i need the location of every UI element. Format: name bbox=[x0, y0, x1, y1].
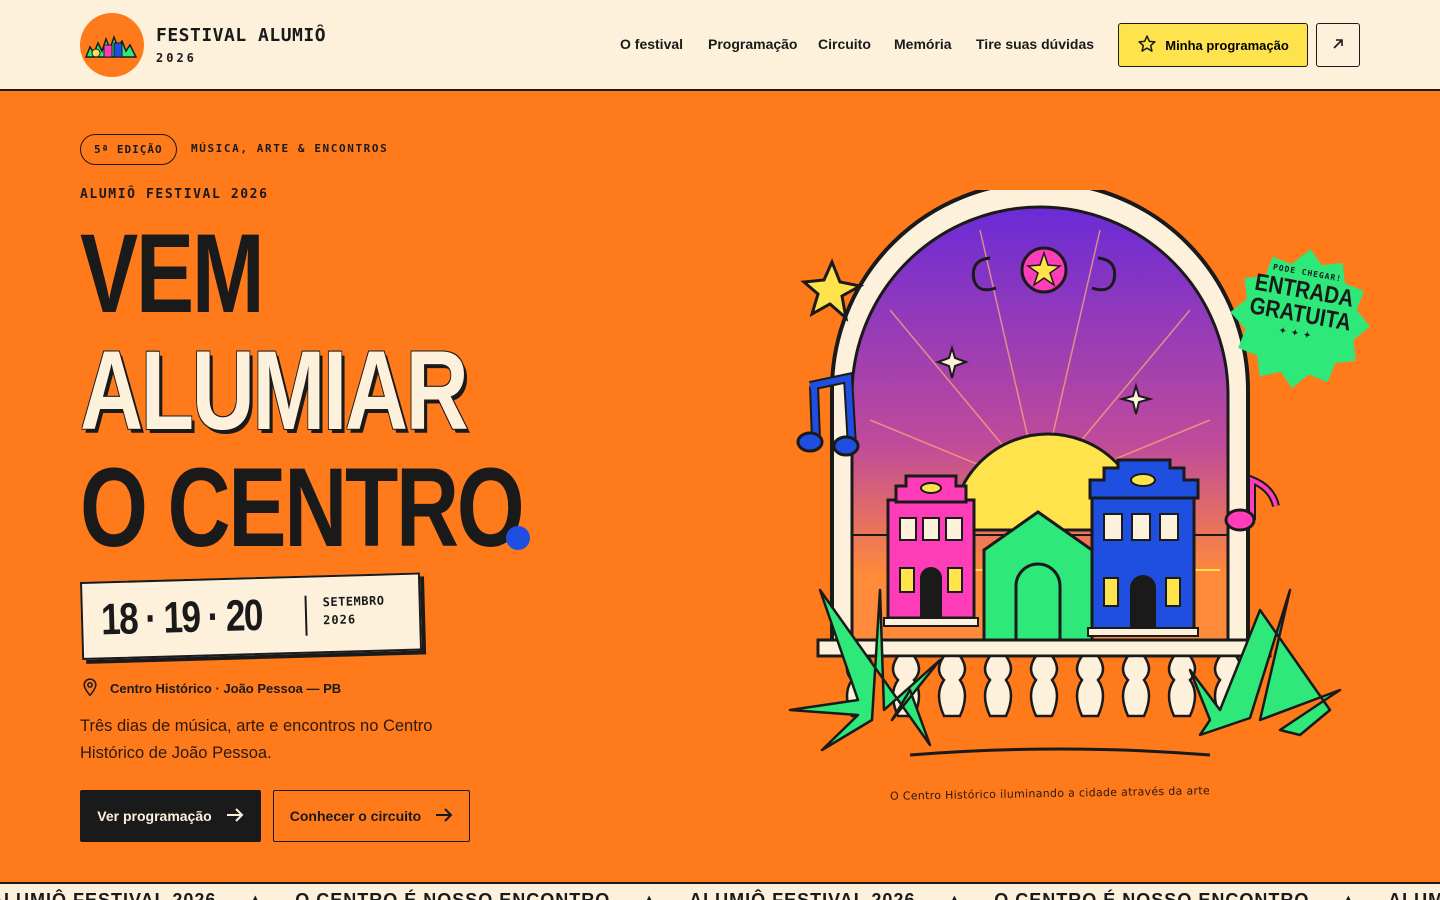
arrow-right-icon bbox=[226, 807, 244, 825]
date-divider bbox=[304, 595, 308, 636]
marquee-item: O CENTRO É NOSSO ENCONTRO bbox=[295, 890, 611, 900]
headline-line-2: ALUMIAR bbox=[80, 328, 469, 453]
hero-illustration: PODE CHEGAR! ENTRADA GRATUITA ✦✦✦ bbox=[780, 180, 1380, 770]
view-schedule-label: Ver programação bbox=[97, 808, 212, 824]
marquee-item: ALUMIÔ FESTIVAL 2026 bbox=[0, 890, 217, 900]
hero-tagline: MÚSICA, ARTE & ENCONTROS bbox=[191, 142, 389, 155]
nav-link-duvidas[interactable]: Tire suas dúvidas bbox=[976, 36, 1094, 52]
date-days: 18 · 19 · 20 bbox=[100, 590, 263, 645]
explore-circuit-label: Conhecer o circuito bbox=[289, 808, 422, 824]
brand-year: 2026 bbox=[156, 51, 197, 65]
date-year: 2026 bbox=[322, 612, 357, 628]
edition-pill: 5ª EDIÇÃO bbox=[80, 134, 177, 165]
date-month: SETEMBRO bbox=[322, 593, 385, 610]
marquee-separator-icon: ▲ bbox=[640, 890, 660, 900]
headline-line-1: VEM bbox=[80, 211, 265, 336]
location-label: Centro Histórico · João Pessoa — PB bbox=[110, 681, 342, 696]
headline-line-3: O CENTRO bbox=[80, 445, 525, 570]
illustration-caption: O Centro Histórico iluminando a cidade a… bbox=[889, 784, 1211, 803]
view-schedule-button[interactable]: Ver programação bbox=[80, 790, 261, 842]
explore-circuit-button[interactable]: Conhecer o circuito bbox=[273, 790, 470, 842]
external-link-button[interactable] bbox=[1316, 23, 1360, 67]
marquee-separator-icon: ▲ bbox=[246, 890, 266, 900]
nav-link-programacao[interactable]: Programação bbox=[708, 36, 797, 52]
hero-eyebrow: ALUMIÔ FESTIVAL 2026 bbox=[80, 187, 269, 202]
star-icon bbox=[1137, 34, 1157, 57]
marquee-track: ALUMIÔ FESTIVAL 2026 ▲ O CENTRO É NOSSO EN… bbox=[0, 890, 1440, 900]
marquee-separator-icon: ▲ bbox=[1339, 890, 1359, 900]
arrow-right-icon bbox=[435, 807, 453, 825]
marquee-item: ALUMIÔ FESTIVAL 2026 bbox=[1388, 890, 1440, 900]
marquee-item: O CENTRO É NOSSO ENCONTRO bbox=[994, 890, 1310, 900]
location: Centro Histórico · João Pessoa — PB bbox=[80, 677, 341, 700]
site-header: FESTIVAL ALUMIÔ 2026 O festival Programa… bbox=[0, 0, 1440, 91]
nav-link-circuito[interactable]: Circuito bbox=[818, 36, 871, 52]
marquee-item: ALUMIÔ FESTIVAL 2026 bbox=[689, 890, 916, 900]
my-schedule-button[interactable]: Minha programação bbox=[1118, 23, 1308, 67]
edition-pill-label: 5ª EDIÇÃO bbox=[94, 143, 163, 156]
marquee-banner: ALUMIÔ FESTIVAL 2026 ▲ O CENTRO É NOSSO EN… bbox=[0, 882, 1440, 900]
arrow-up-right-icon bbox=[1330, 36, 1346, 55]
logo-icon[interactable] bbox=[80, 13, 144, 77]
hero-description: Três dias de música, arte e encontros no… bbox=[80, 717, 433, 762]
marquee-separator-icon: ▲ bbox=[945, 890, 965, 900]
nav-link-festival[interactable]: O festival bbox=[620, 36, 683, 52]
date-card: 18 · 19 · 20 SETEMBRO 2026 bbox=[80, 572, 423, 660]
headline-dot bbox=[506, 526, 530, 550]
nav-link-memoria[interactable]: Memória bbox=[894, 36, 952, 52]
my-schedule-label: Minha programação bbox=[1165, 37, 1289, 53]
map-pin-icon bbox=[80, 677, 100, 700]
brand-title[interactable]: FESTIVAL ALUMIÔ bbox=[156, 25, 326, 46]
